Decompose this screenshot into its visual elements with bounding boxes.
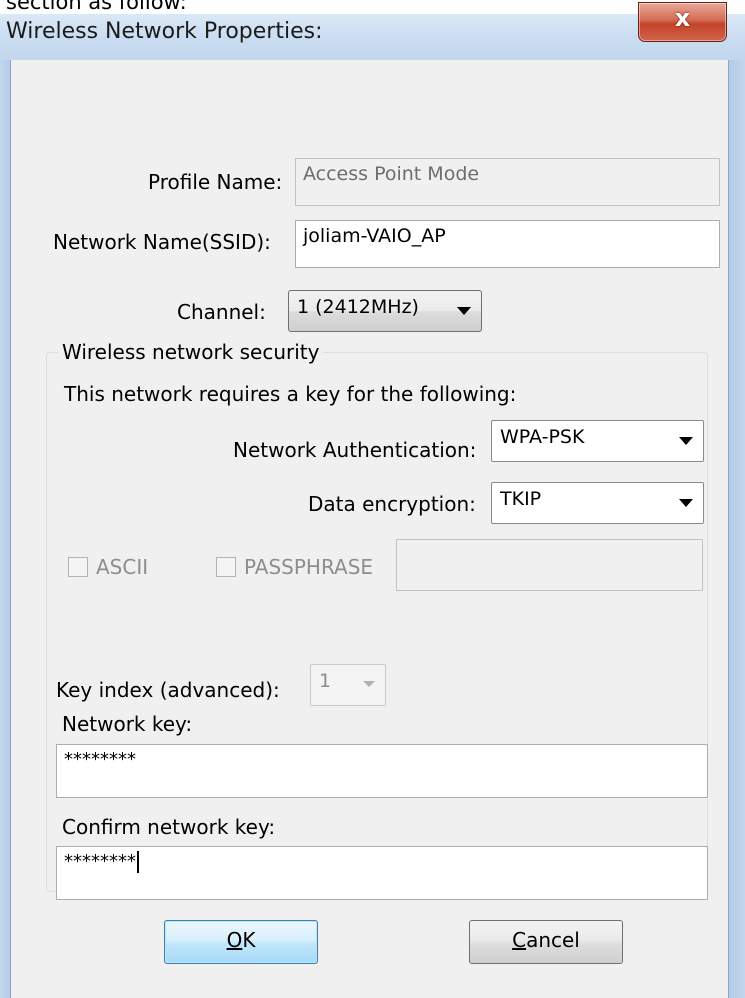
- authentication-dropdown[interactable]: WPA-PSK: [491, 420, 704, 462]
- authentication-value: WPA-PSK: [500, 426, 585, 448]
- window-title: Wireless Network Properties:: [6, 19, 323, 44]
- chevron-down-icon: [679, 499, 693, 507]
- key-index-label: Key index (advanced):: [56, 678, 280, 702]
- confirm-key-input[interactable]: ********: [56, 846, 708, 900]
- chevron-down-icon: [679, 437, 693, 445]
- cancel-button[interactable]: Cancel: [469, 920, 623, 964]
- ok-mnemonic: O: [226, 928, 243, 952]
- window-frame-left: [0, 60, 10, 998]
- ssid-input[interactable]: joliam-VAIO_AP: [295, 220, 720, 268]
- passphrase-label: PASSPHRASE: [244, 555, 374, 579]
- ok-button[interactable]: OK: [164, 920, 318, 964]
- channel-value: 1 (2412MHz): [297, 296, 419, 318]
- key-index-dropdown[interactable]: 1: [310, 664, 386, 706]
- cancel-label: ancel: [526, 928, 580, 952]
- close-button[interactable]: x: [638, 2, 727, 42]
- network-key-input[interactable]: ********: [56, 744, 708, 798]
- network-key-label: Network key:: [62, 712, 193, 736]
- confirm-key-value: ********: [64, 851, 136, 872]
- ascii-checkbox[interactable]: [68, 557, 88, 577]
- authentication-label: Network Authentication:: [233, 438, 477, 462]
- encryption-value: TKIP: [500, 488, 542, 510]
- window-frame-right: [729, 60, 745, 998]
- chevron-down-icon: [457, 307, 471, 315]
- profile-name-field[interactable]: Access Point Mode: [295, 158, 720, 206]
- cancel-mnemonic: C: [512, 928, 527, 952]
- close-icon: x: [674, 4, 691, 32]
- passphrase-checkbox[interactable]: [216, 557, 236, 577]
- ok-label: K: [242, 928, 256, 952]
- confirm-key-label: Confirm network key:: [62, 815, 276, 839]
- channel-label: Channel:: [177, 300, 266, 324]
- profile-name-label: Profile Name:: [148, 170, 283, 194]
- encryption-label: Data encryption:: [308, 492, 476, 516]
- key-index-value: 1: [319, 670, 332, 692]
- chevron-down-icon: [363, 681, 375, 687]
- ssid-label: Network Name(SSID):: [53, 230, 271, 254]
- ascii-label: ASCII: [96, 555, 149, 579]
- text-cursor: [137, 851, 139, 873]
- security-description: This network requires a key for the foll…: [64, 382, 517, 406]
- encryption-dropdown[interactable]: TKIP: [491, 482, 704, 524]
- security-group-title: Wireless network security: [58, 340, 324, 364]
- passphrase-input[interactable]: [396, 539, 703, 591]
- channel-dropdown[interactable]: 1 (2412MHz): [288, 290, 482, 332]
- page-cut-text: section as follow:: [6, 0, 187, 14]
